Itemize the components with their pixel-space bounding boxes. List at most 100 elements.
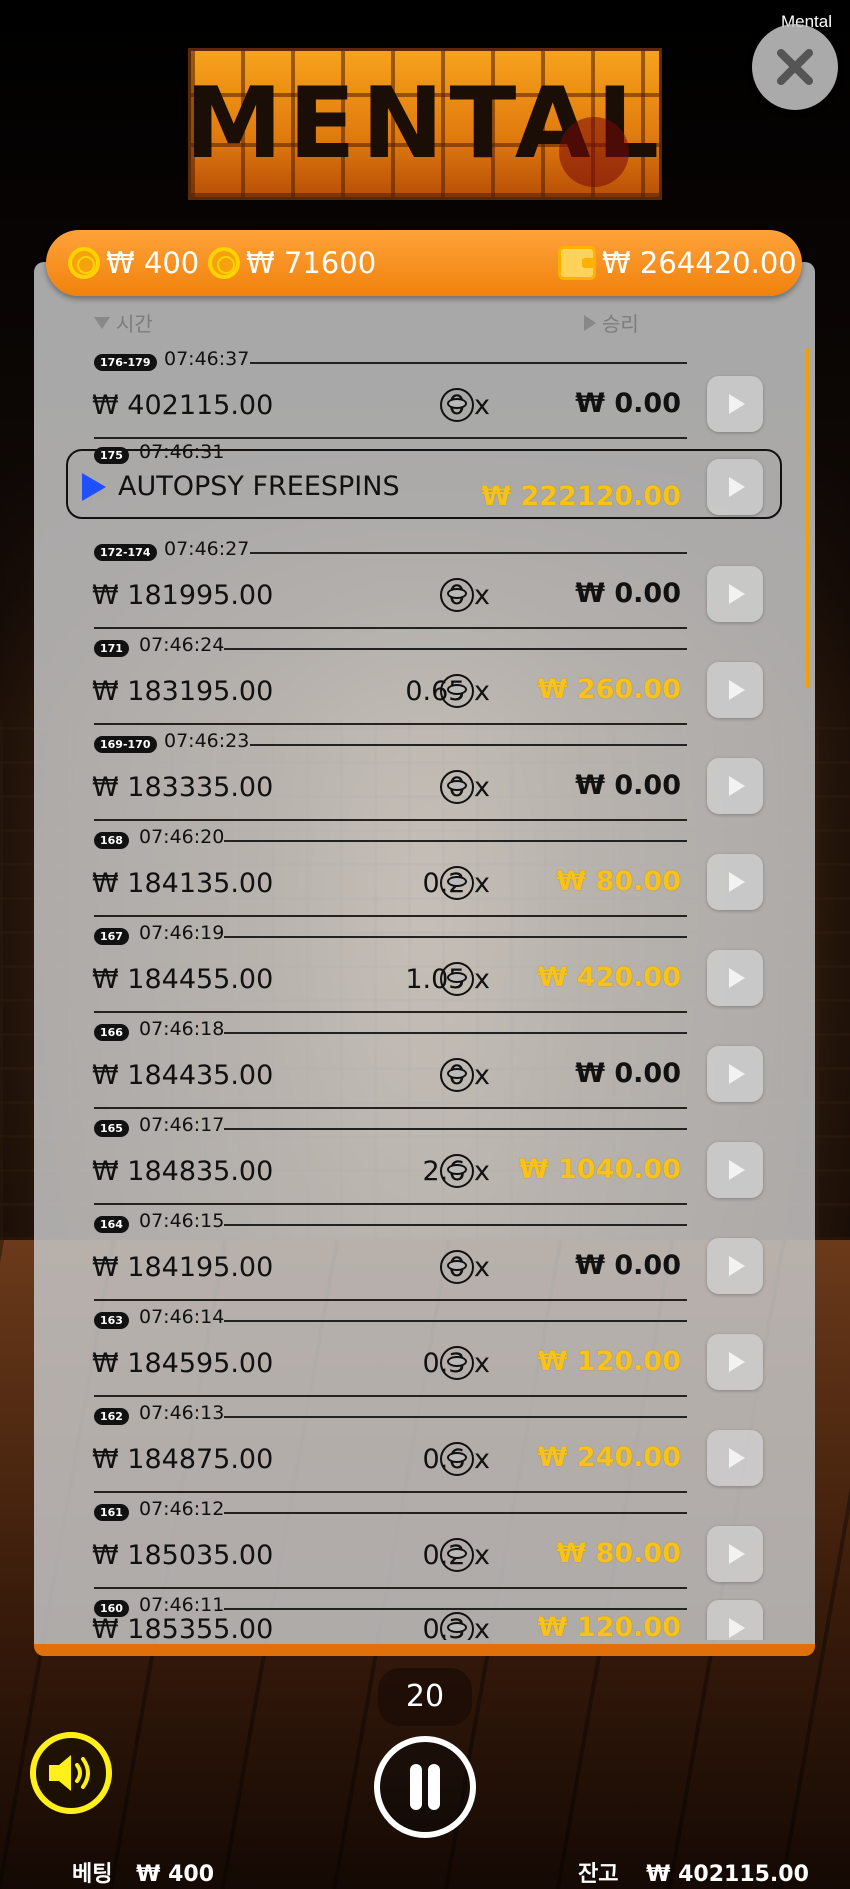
sound-toggle-button[interactable] [30, 1732, 112, 1814]
round-badge: 172-174 [94, 544, 157, 561]
row-rule [224, 840, 687, 842]
round-time: 07:46:13 [139, 1402, 225, 1424]
round-win: ₩ 0.00 [575, 388, 681, 419]
row-separator [94, 1491, 687, 1493]
history-row: 163 07:46:14 ₩ 184595.00 0.3 x ₩ 120.00 [34, 1302, 815, 1397]
round-win: ₩ 0.00 [575, 1250, 681, 1281]
replay-button[interactable] [707, 1046, 763, 1102]
sort-right-icon [584, 314, 596, 331]
replay-button[interactable] [707, 1430, 763, 1486]
round-win: ₩ 120.00 [537, 1612, 681, 1640]
replay-button[interactable] [707, 1334, 763, 1390]
chip-icon [440, 674, 474, 708]
replay-button[interactable] [707, 1238, 763, 1294]
replay-button[interactable] [707, 1142, 763, 1198]
round-badge: 175 [94, 447, 129, 464]
round-badge: 176-179 [94, 354, 157, 371]
time-column-label: 시간 [116, 312, 153, 336]
close-button[interactable] [752, 24, 838, 110]
chip-icon [440, 1612, 474, 1640]
history-row: 168 07:46:20 ₩ 184135.00 0.2 x ₩ 80.00 [34, 822, 815, 917]
bet-stat: ₩ 400 [68, 230, 199, 296]
round-win: ₩ 240.00 [537, 1442, 681, 1473]
round-bet: ₩ 184135.00 [92, 868, 274, 899]
replay-button[interactable] [707, 950, 763, 1006]
row-separator [94, 723, 687, 725]
chip-icon [440, 962, 474, 996]
row-rule [224, 1608, 687, 1610]
round-badge: 161 [94, 1504, 129, 1521]
round-win: ₩ 222120.00 [481, 481, 681, 512]
round-win: ₩ 120.00 [537, 1346, 681, 1377]
replay-button[interactable] [707, 1526, 763, 1582]
round-bet: ₩ 402115.00 [92, 390, 274, 421]
chip-icon [440, 1250, 474, 1284]
round-time: 07:46:20 [139, 826, 225, 848]
chip-icon [440, 1154, 474, 1188]
win-column-label: 승리 [602, 312, 639, 336]
replay-button[interactable] [707, 758, 763, 814]
footer-balance-label: 잔고 [578, 1862, 619, 1887]
history-row-freespins: 175 07:46:31 AUTOPSY FREESPINS ₩ 222120.… [34, 437, 815, 532]
blood-splash-decoration [559, 117, 629, 187]
round-time: 07:46:11 [139, 1594, 225, 1616]
close-icon [777, 49, 813, 85]
row-separator [94, 1587, 687, 1589]
history-row: 160 07:46:11 ₩ 185355.00 0.3 x ₩ 120.00 [34, 1590, 815, 1640]
row-rule [224, 1224, 687, 1226]
round-time: 07:46:31 [139, 441, 225, 463]
row-rule [224, 936, 687, 938]
history-row: 166 07:46:18 ₩ 184435.00 0 x ₩ 0.00 [34, 1014, 815, 1109]
round-time: 07:46:24 [139, 634, 225, 656]
round-bet: ₩ 184835.00 [92, 1156, 274, 1187]
chip-icon [440, 770, 474, 804]
replay-button[interactable] [707, 1600, 763, 1640]
round-badge: 165 [94, 1120, 129, 1137]
round-badge: 169-170 [94, 736, 157, 753]
chip-icon [440, 578, 474, 612]
replay-button[interactable] [707, 459, 763, 515]
history-row: 172-174 07:46:27 ₩ 181995.00 0 x ₩ 0.00 [34, 534, 815, 629]
replay-button[interactable] [707, 854, 763, 910]
replay-button[interactable] [707, 566, 763, 622]
round-time: 07:46:19 [139, 922, 225, 944]
win-column-header[interactable]: 승리 [584, 308, 639, 337]
footer-bet: 베팅 ₩ 400 [72, 1856, 214, 1888]
history-row: 171 07:46:24 ₩ 183195.00 0.65 x ₩ 260.00 [34, 630, 815, 725]
round-bet: ₩ 183335.00 [92, 772, 274, 803]
round-win: ₩ 420.00 [537, 962, 681, 993]
round-time: 07:46:17 [139, 1114, 225, 1136]
pause-button[interactable] [374, 1736, 476, 1838]
time-column-header[interactable]: 시간 [94, 308, 153, 337]
round-time: 07:46:18 [139, 1018, 225, 1040]
round-badge: 167 [94, 928, 129, 945]
round-time: 07:46:27 [164, 538, 250, 560]
bet-stat-value: ₩ 400 [106, 246, 200, 280]
history-row: 167 07:46:19 ₩ 184455.00 1.05 x ₩ 420.00 [34, 918, 815, 1013]
coin-icon [208, 247, 240, 279]
replay-button[interactable] [707, 376, 763, 432]
round-bet: ₩ 181995.00 [92, 580, 274, 611]
row-rule [224, 1320, 687, 1322]
chip-icon [440, 1442, 474, 1476]
pause-icon [428, 1764, 440, 1810]
replay-button[interactable] [707, 662, 763, 718]
round-bet: ₩ 185035.00 [92, 1540, 274, 1571]
round-time: 07:46:15 [139, 1210, 225, 1232]
pause-icon [410, 1764, 422, 1810]
history-row: 165 07:46:17 ₩ 184835.00 2.6 x ₩ 1040.00 [34, 1110, 815, 1205]
chip-icon [440, 1538, 474, 1572]
round-badge: 166 [94, 1024, 129, 1041]
row-separator [94, 627, 687, 629]
coin-stat: ₩ 71600 [208, 230, 376, 296]
row-rule [224, 1032, 687, 1034]
coin-stat-value: ₩ 71600 [246, 246, 377, 280]
panel-scrollbar[interactable] [806, 348, 810, 688]
round-badge: 171 [94, 640, 129, 657]
chip-icon [440, 1346, 474, 1380]
speaker-icon [49, 1755, 90, 1791]
spins-remaining-counter: 20 [378, 1668, 472, 1726]
round-win: ₩ 80.00 [556, 866, 681, 897]
wallet-stat-value: ₩ 264420.00 [602, 246, 797, 280]
row-rule [250, 744, 687, 746]
